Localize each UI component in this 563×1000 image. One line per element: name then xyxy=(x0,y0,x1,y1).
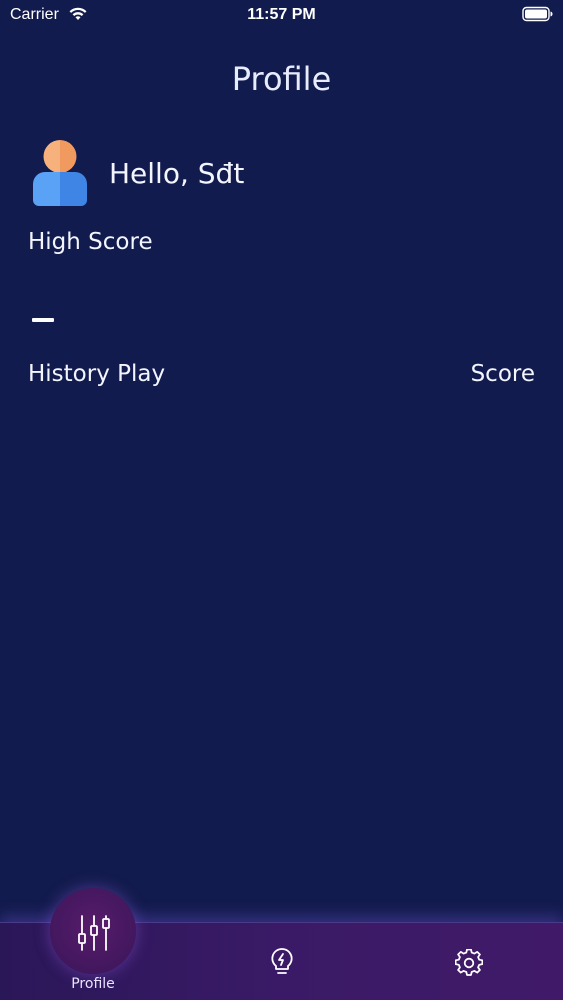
avatar-icon xyxy=(33,140,87,206)
battery-icon xyxy=(522,6,553,22)
high-score-value: – xyxy=(32,318,54,322)
score-column-label: Score xyxy=(470,361,535,387)
page-title: Profile xyxy=(231,60,332,98)
clock: 11:57 PM xyxy=(247,6,316,23)
tab-profile-label[interactable]: Profile xyxy=(50,976,136,992)
high-score-label: High Score xyxy=(28,229,153,255)
status-bar: Carrier 11:57 PM xyxy=(0,0,563,30)
greeting-text: Hello, Sđt xyxy=(109,157,245,190)
lightbulb-icon[interactable] xyxy=(268,947,296,977)
sliders-icon xyxy=(78,915,110,951)
gear-icon[interactable] xyxy=(455,949,483,977)
history-play-label: History Play xyxy=(28,361,166,387)
